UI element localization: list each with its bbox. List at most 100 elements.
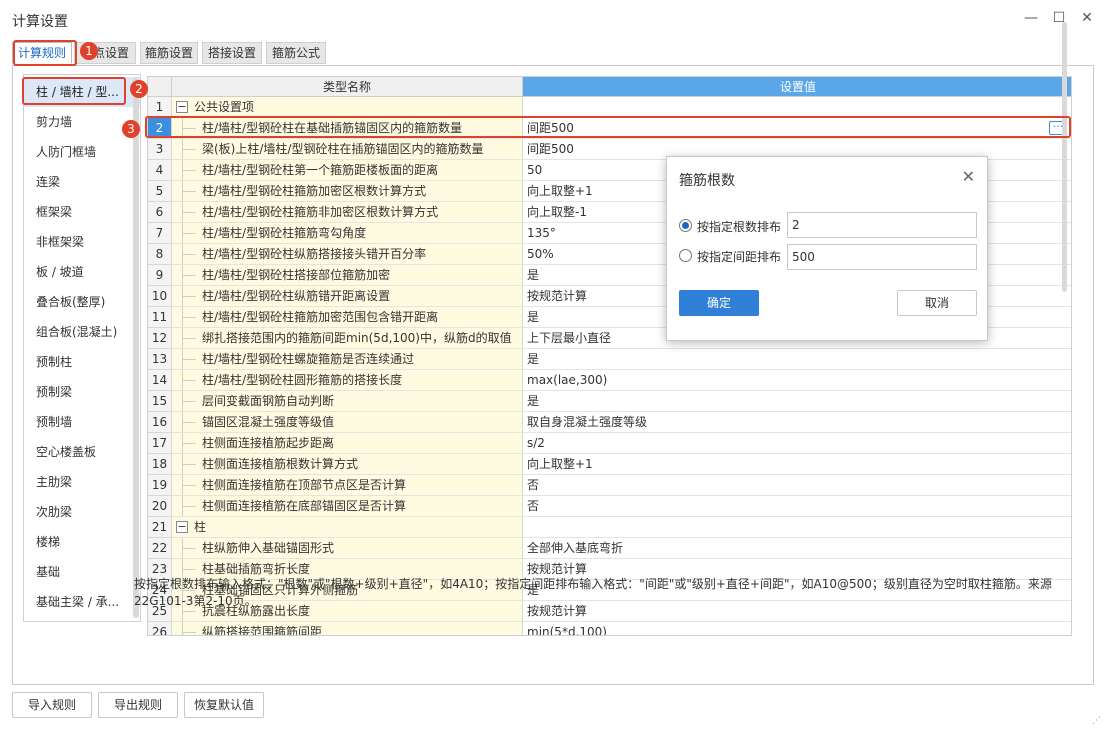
setting-value-cell[interactable]: min(5*d,100) bbox=[523, 622, 1071, 636]
sidebar-item[interactable]: 非框架梁 bbox=[24, 227, 140, 257]
table-row[interactable]: 14 柱/墙柱/型钢砼柱圆形箍筋的搭接长度 max(lae,300) bbox=[148, 370, 1071, 391]
tab-stirrup-settings[interactable]: 箍筋设置 bbox=[140, 42, 198, 64]
row-index: 13 bbox=[148, 349, 172, 370]
setting-value-cell[interactable] bbox=[523, 97, 1071, 118]
setting-value-cell[interactable]: 否 bbox=[523, 496, 1071, 517]
table-row[interactable]: 19 柱侧面连接植筋在顶部节点区是否计算 否 bbox=[148, 475, 1071, 496]
row-index: 19 bbox=[148, 475, 172, 496]
sidebar-item[interactable]: 组合板(混凝土) bbox=[24, 317, 140, 347]
tree-branch bbox=[182, 296, 196, 297]
setting-name-text: 纵筋搭接范围箍筋间距 bbox=[202, 625, 323, 636]
setting-name-cell: 梁(板)上柱/墙柱/型钢砼柱在插筋锚固区内的箍筋数量 bbox=[172, 139, 523, 160]
tree-branch bbox=[182, 170, 196, 171]
setting-value-text: 向上取整+1 bbox=[527, 184, 593, 198]
sidebar-item[interactable]: 预制柱 bbox=[24, 347, 140, 377]
setting-value-text: max(lae,300) bbox=[527, 373, 608, 387]
close-icon[interactable]: ✕ bbox=[1078, 9, 1096, 27]
sidebar-item[interactable]: 主肋梁 bbox=[24, 467, 140, 497]
sidebar-item[interactable]: 次肋梁 bbox=[24, 497, 140, 527]
table-row[interactable]: 13 柱/墙柱/型钢砼柱螺旋箍筋是否连续通过 是 bbox=[148, 349, 1071, 370]
minimize-icon[interactable]: — bbox=[1022, 9, 1040, 27]
dialog-close-icon[interactable]: ✕ bbox=[962, 167, 975, 186]
setting-value-cell[interactable]: 全部伸入基底弯折 bbox=[523, 538, 1071, 559]
tab-stirrup-formula[interactable]: 箍筋公式 bbox=[266, 42, 326, 64]
collapse-icon[interactable]: − bbox=[176, 101, 188, 113]
radio-spacing-label[interactable]: 按指定间距排布 bbox=[697, 248, 781, 265]
setting-name-text: 柱/墙柱/型钢砼柱箍筋加密区根数计算方式 bbox=[202, 184, 427, 198]
setting-value-text: 按规范计算 bbox=[527, 289, 588, 303]
count-input[interactable] bbox=[787, 212, 977, 238]
sidebar-item[interactable]: 预制墙 bbox=[24, 407, 140, 437]
table-row[interactable]: 20 柱侧面连接植筋在底部锚固区是否计算 否 bbox=[148, 496, 1071, 517]
table-row[interactable]: 15 层间变截面钢筋自动判断 是 bbox=[148, 391, 1071, 412]
resize-grip-icon[interactable]: ⋰ bbox=[1092, 716, 1102, 726]
setting-name-text: 层间变截面钢筋自动判断 bbox=[202, 394, 335, 408]
table-row[interactable]: 26 纵筋搭接范围箍筋间距 min(5*d,100) bbox=[148, 622, 1071, 636]
sidebar-item[interactable]: 基础主梁 / 承... bbox=[24, 587, 140, 617]
setting-name-text: 柱/墙柱/型钢砼柱纵筋搭接接头错开百分率 bbox=[202, 247, 427, 261]
setting-value-cell[interactable]: max(lae,300) bbox=[523, 370, 1071, 391]
sidebar-item[interactable]: 人防门框墙 bbox=[24, 137, 140, 167]
ok-button[interactable]: 确定 bbox=[679, 290, 759, 316]
spacing-input[interactable] bbox=[787, 244, 977, 270]
export-rules-button[interactable]: 导出规则 bbox=[98, 692, 178, 718]
callout-badge-3: 3 bbox=[122, 120, 140, 138]
setting-value-text: 向上取整+1 bbox=[527, 457, 593, 471]
setting-value-cell[interactable]: 是 bbox=[523, 391, 1071, 412]
rule-hint-text: 按指定根数排布输入格式："根数"或"根数+级别+直径"，如4A10；按指定间距排… bbox=[134, 577, 1052, 608]
sidebar-item[interactable]: 框架梁 bbox=[24, 197, 140, 227]
tree-branch bbox=[182, 422, 196, 423]
setting-value-cell[interactable]: 取自身混凝土强度等级 bbox=[523, 412, 1071, 433]
setting-value-cell[interactable]: 向上取整+1 bbox=[523, 454, 1071, 475]
row-index: 5 bbox=[148, 181, 172, 202]
setting-name-cell: 柱侧面连接植筋起步距离 bbox=[172, 433, 523, 454]
component-sidebar: 柱 / 墙柱 / 型... 剪力墙 人防门框墙 连梁 框架梁 非框架梁板 / 坡道 叠合板(… bbox=[23, 74, 141, 622]
radio-spacing[interactable] bbox=[679, 249, 692, 262]
setting-value-cell[interactable]: 否 bbox=[523, 475, 1071, 496]
setting-value-text: 是 bbox=[527, 394, 540, 408]
setting-value-text: 按规范计算 bbox=[527, 562, 588, 576]
setting-name-text: 柱侧面连接植筋在底部锚固区是否计算 bbox=[202, 499, 407, 513]
sidebar-item[interactable]: 板 / 坡道 bbox=[24, 257, 140, 287]
sidebar-item[interactable]: 楼梯 bbox=[24, 527, 140, 557]
setting-name-text: 梁(板)上柱/墙柱/型钢砼柱在插筋锚固区内的箍筋数量 bbox=[202, 142, 484, 156]
import-rules-button[interactable]: 导入规则 bbox=[12, 692, 92, 718]
setting-value-cell[interactable] bbox=[523, 517, 1071, 538]
table-row[interactable]: 21− 柱 bbox=[148, 517, 1071, 538]
grid-scrollbar[interactable] bbox=[1062, 22, 1067, 292]
setting-name-text: 柱基础插筋弯折长度 bbox=[202, 562, 311, 576]
sidebar-item[interactable]: 叠合板(整厚) bbox=[24, 287, 140, 317]
cancel-button[interactable]: 取消 bbox=[897, 290, 977, 316]
radio-count-label[interactable]: 按指定根数排布 bbox=[697, 218, 781, 235]
setting-name-text: 柱/墙柱/型钢砼柱纵筋错开距离设置 bbox=[202, 289, 391, 303]
setting-value-cell[interactable]: 是 bbox=[523, 349, 1071, 370]
sidebar-item[interactable]: 基础 bbox=[24, 557, 140, 587]
sidebar-item[interactable]: 连梁 bbox=[24, 167, 140, 197]
table-row[interactable]: 16 锚固区混凝土强度等级值 取自身混凝土强度等级 bbox=[148, 412, 1071, 433]
collapse-icon[interactable]: − bbox=[176, 521, 188, 533]
setting-value-text: 50 bbox=[527, 163, 543, 177]
setting-value-text: 50% bbox=[527, 247, 554, 261]
sidebar-item[interactable]: 基础次梁 bbox=[24, 617, 140, 621]
setting-name-cell: 柱/墙柱/型钢砼柱圆形箍筋的搭接长度 bbox=[172, 370, 523, 391]
tree-branch bbox=[182, 443, 196, 444]
table-row[interactable]: 1− 公共设置项 bbox=[148, 97, 1071, 118]
table-row[interactable]: 18 柱侧面连接植筋根数计算方式 向上取整+1 bbox=[148, 454, 1071, 475]
table-row[interactable]: 22 柱纵筋伸入基础锚固形式 全部伸入基底弯折 bbox=[148, 538, 1071, 559]
table-row[interactable]: 17 柱侧面连接植筋起步距离 s/2 bbox=[148, 433, 1071, 454]
restore-defaults-button[interactable]: 恢复默认值 bbox=[184, 692, 264, 718]
setting-value-text: 是 bbox=[527, 352, 540, 366]
sidebar-scrollbar[interactable] bbox=[133, 78, 139, 618]
window-titlebar: 计算设置 — ☐ ✕ bbox=[0, 0, 1106, 38]
radio-count[interactable] bbox=[679, 219, 692, 232]
setting-value-cell[interactable]: s/2 bbox=[523, 433, 1071, 454]
row-index: 10 bbox=[148, 286, 172, 307]
sidebar-item[interactable]: 预制梁 bbox=[24, 377, 140, 407]
setting-name-cell: 绑扎搭接范围内的箍筋间距min(5d,100)中，纵筋d的取值 bbox=[172, 328, 523, 349]
setting-value-text: 全部伸入基底弯折 bbox=[527, 541, 624, 555]
setting-value-text: min(5*d,100) bbox=[527, 625, 607, 636]
sidebar-item[interactable]: 空心楼盖板 bbox=[24, 437, 140, 467]
tab-lap-settings[interactable]: 搭接设置 bbox=[202, 42, 262, 64]
setting-name-text: 柱/墙柱/型钢砼柱螺旋箍筋是否连续通过 bbox=[202, 352, 415, 366]
window-title: 计算设置 bbox=[12, 14, 68, 30]
